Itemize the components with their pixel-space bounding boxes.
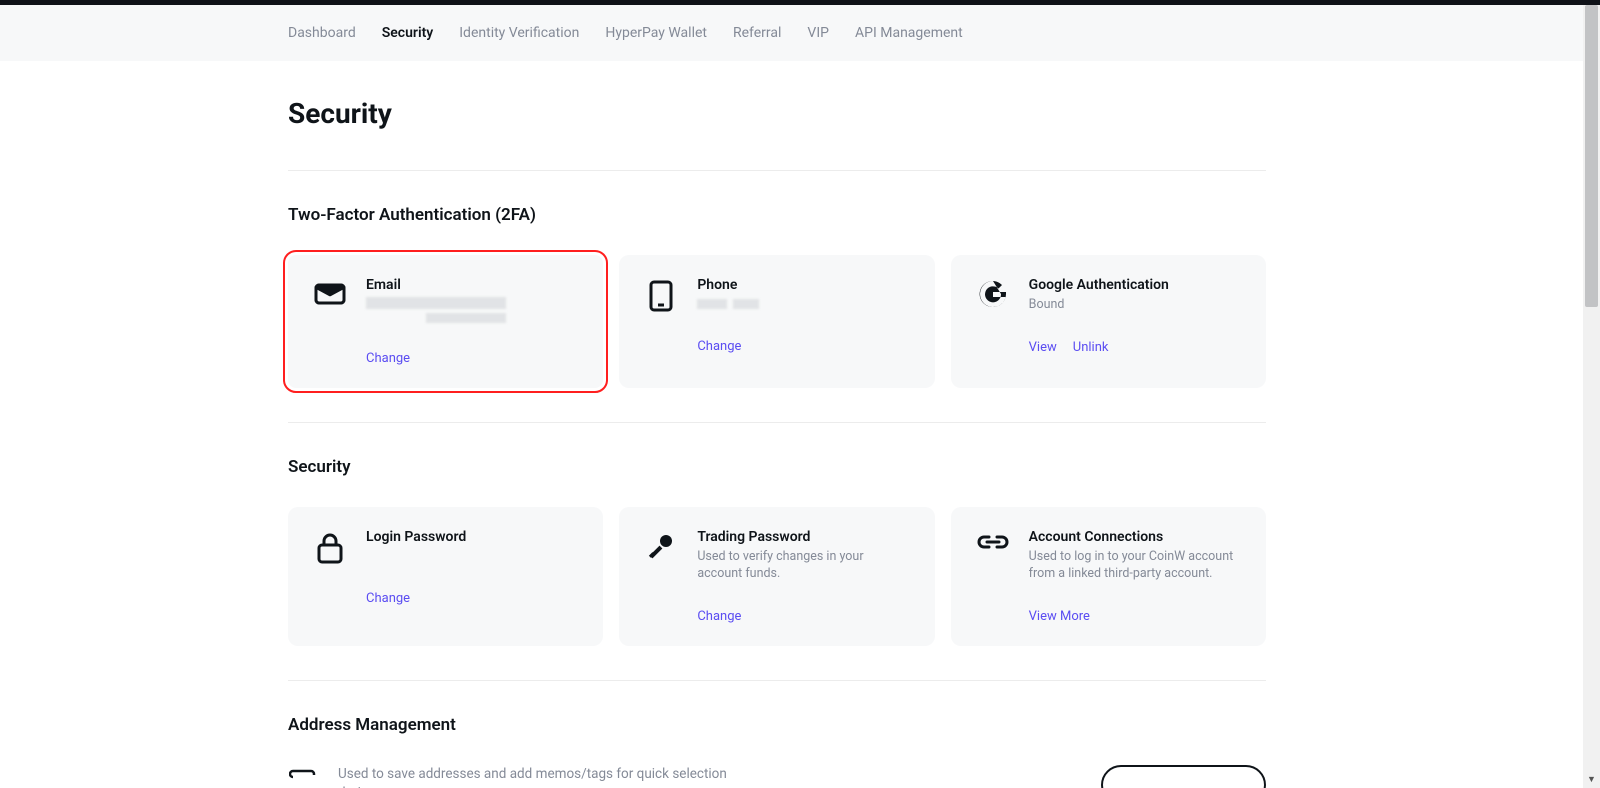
card-email[interactable]: Email Change xyxy=(288,255,603,388)
tab-vip[interactable]: VIP xyxy=(807,25,829,41)
key-icon xyxy=(643,529,679,561)
link-login-change[interactable]: Change xyxy=(366,591,410,606)
card-login-password[interactable]: Login Password Change xyxy=(288,507,603,646)
section-title-address-management: Address Management xyxy=(288,715,1266,735)
redacted-email-value-2 xyxy=(426,313,506,323)
account-tabs: Dashboard Security Identity Verification… xyxy=(0,5,1600,61)
link-trading-change[interactable]: Change xyxy=(697,609,741,624)
card-phone-title: Phone xyxy=(697,277,910,293)
tab-api-management[interactable]: API Management xyxy=(855,25,963,41)
divider xyxy=(288,680,1266,681)
link-phone-change[interactable]: Change xyxy=(697,339,741,354)
section-title-security: Security xyxy=(288,457,1266,477)
lock-icon xyxy=(312,529,348,565)
address-management-description: Used to save addresses and add memos/tag… xyxy=(338,765,768,788)
security-cards: Login Password Change Trading Password U… xyxy=(288,507,1266,646)
link-chain-icon xyxy=(975,529,1011,553)
link-google-view[interactable]: View xyxy=(1029,340,1057,355)
section-title-2fa: Two-Factor Authentication (2FA) xyxy=(288,205,1266,225)
link-conn-viewmore[interactable]: View More xyxy=(1029,609,1090,624)
card-google-sub: Bound xyxy=(1029,297,1239,314)
card-conn-sub: Used to log in to your CoinW account fro… xyxy=(1029,549,1239,583)
twofa-cards: Email Change Phone xyxy=(288,255,1266,388)
card-trading-title: Trading Password xyxy=(697,529,910,545)
vertical-scrollbar[interactable]: ▲ ▼ xyxy=(1583,5,1600,788)
card-email-title: Email xyxy=(366,277,579,293)
redacted-phone-value-2 xyxy=(733,299,759,309)
tab-dashboard[interactable]: Dashboard xyxy=(288,25,356,41)
tab-security[interactable]: Security xyxy=(382,25,434,41)
wallet-icon xyxy=(288,765,318,787)
tab-hyperpay-wallet[interactable]: HyperPay Wallet xyxy=(605,25,707,41)
card-trading-password[interactable]: Trading Password Used to verify changes … xyxy=(619,507,934,646)
card-login-title: Login Password xyxy=(366,529,579,545)
scroll-thumb[interactable] xyxy=(1585,5,1598,307)
tab-referral[interactable]: Referral xyxy=(733,25,781,41)
redacted-email-value xyxy=(366,297,506,309)
address-management-row: Used to save addresses and add memos/tag… xyxy=(288,765,1266,788)
card-account-connections[interactable]: Account Connections Used to log in to yo… xyxy=(951,507,1266,646)
card-google-title: Google Authentication xyxy=(1029,277,1242,293)
main-content: Security Two-Factor Authentication (2FA)… xyxy=(288,61,1266,788)
link-google-unlink[interactable]: Unlink xyxy=(1073,340,1109,355)
email-icon xyxy=(312,277,348,305)
google-icon xyxy=(975,277,1011,309)
phone-icon xyxy=(643,277,679,313)
card-conn-title: Account Connections xyxy=(1029,529,1242,545)
address-management-button[interactable] xyxy=(1101,765,1266,788)
scroll-down-arrow-icon[interactable]: ▼ xyxy=(1583,771,1600,788)
divider xyxy=(288,422,1266,423)
card-google-auth[interactable]: Google Authentication Bound View Unlink xyxy=(951,255,1266,388)
page-title: Security xyxy=(288,97,1266,130)
tab-identity-verification[interactable]: Identity Verification xyxy=(459,25,579,41)
card-phone[interactable]: Phone Change xyxy=(619,255,934,388)
redacted-phone-value-1 xyxy=(697,299,727,309)
link-email-change[interactable]: Change xyxy=(366,351,410,366)
card-trading-sub: Used to verify changes in your account f… xyxy=(697,549,907,583)
divider xyxy=(288,170,1266,171)
